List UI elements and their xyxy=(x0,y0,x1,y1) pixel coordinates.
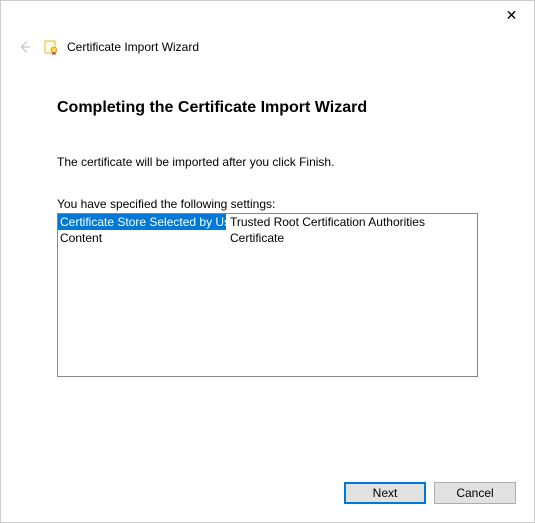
page-heading: Completing the Certificate Import Wizard xyxy=(57,99,478,117)
info-text: The certificate will be imported after y… xyxy=(57,155,478,169)
back-arrow-icon xyxy=(16,38,34,56)
table-row[interactable]: Content Certificate xyxy=(58,230,477,246)
settings-table[interactable]: Certificate Store Selected by User Trust… xyxy=(57,213,478,377)
close-icon: ✕ xyxy=(506,7,518,24)
wizard-content: Completing the Certificate Import Wizard… xyxy=(1,99,534,377)
setting-label: Certificate Store Selected by User xyxy=(58,214,226,230)
wizard-title: Certificate Import Wizard xyxy=(67,40,199,54)
setting-value: Trusted Root Certification Authorities xyxy=(226,214,477,230)
close-button[interactable]: ✕ xyxy=(489,1,534,29)
next-button[interactable]: Next xyxy=(344,482,426,504)
wizard-footer: Next Cancel xyxy=(344,482,516,504)
table-row[interactable]: Certificate Store Selected by User Trust… xyxy=(58,214,477,230)
cancel-button[interactable]: Cancel xyxy=(434,482,516,504)
wizard-header: Certificate Import Wizard xyxy=(1,33,534,75)
settings-label: You have specified the following setting… xyxy=(57,197,478,211)
certificate-icon xyxy=(43,39,59,55)
back-button xyxy=(15,37,35,57)
setting-label: Content xyxy=(58,230,226,246)
titlebar: ✕ xyxy=(1,1,534,33)
setting-value: Certificate xyxy=(226,230,477,246)
